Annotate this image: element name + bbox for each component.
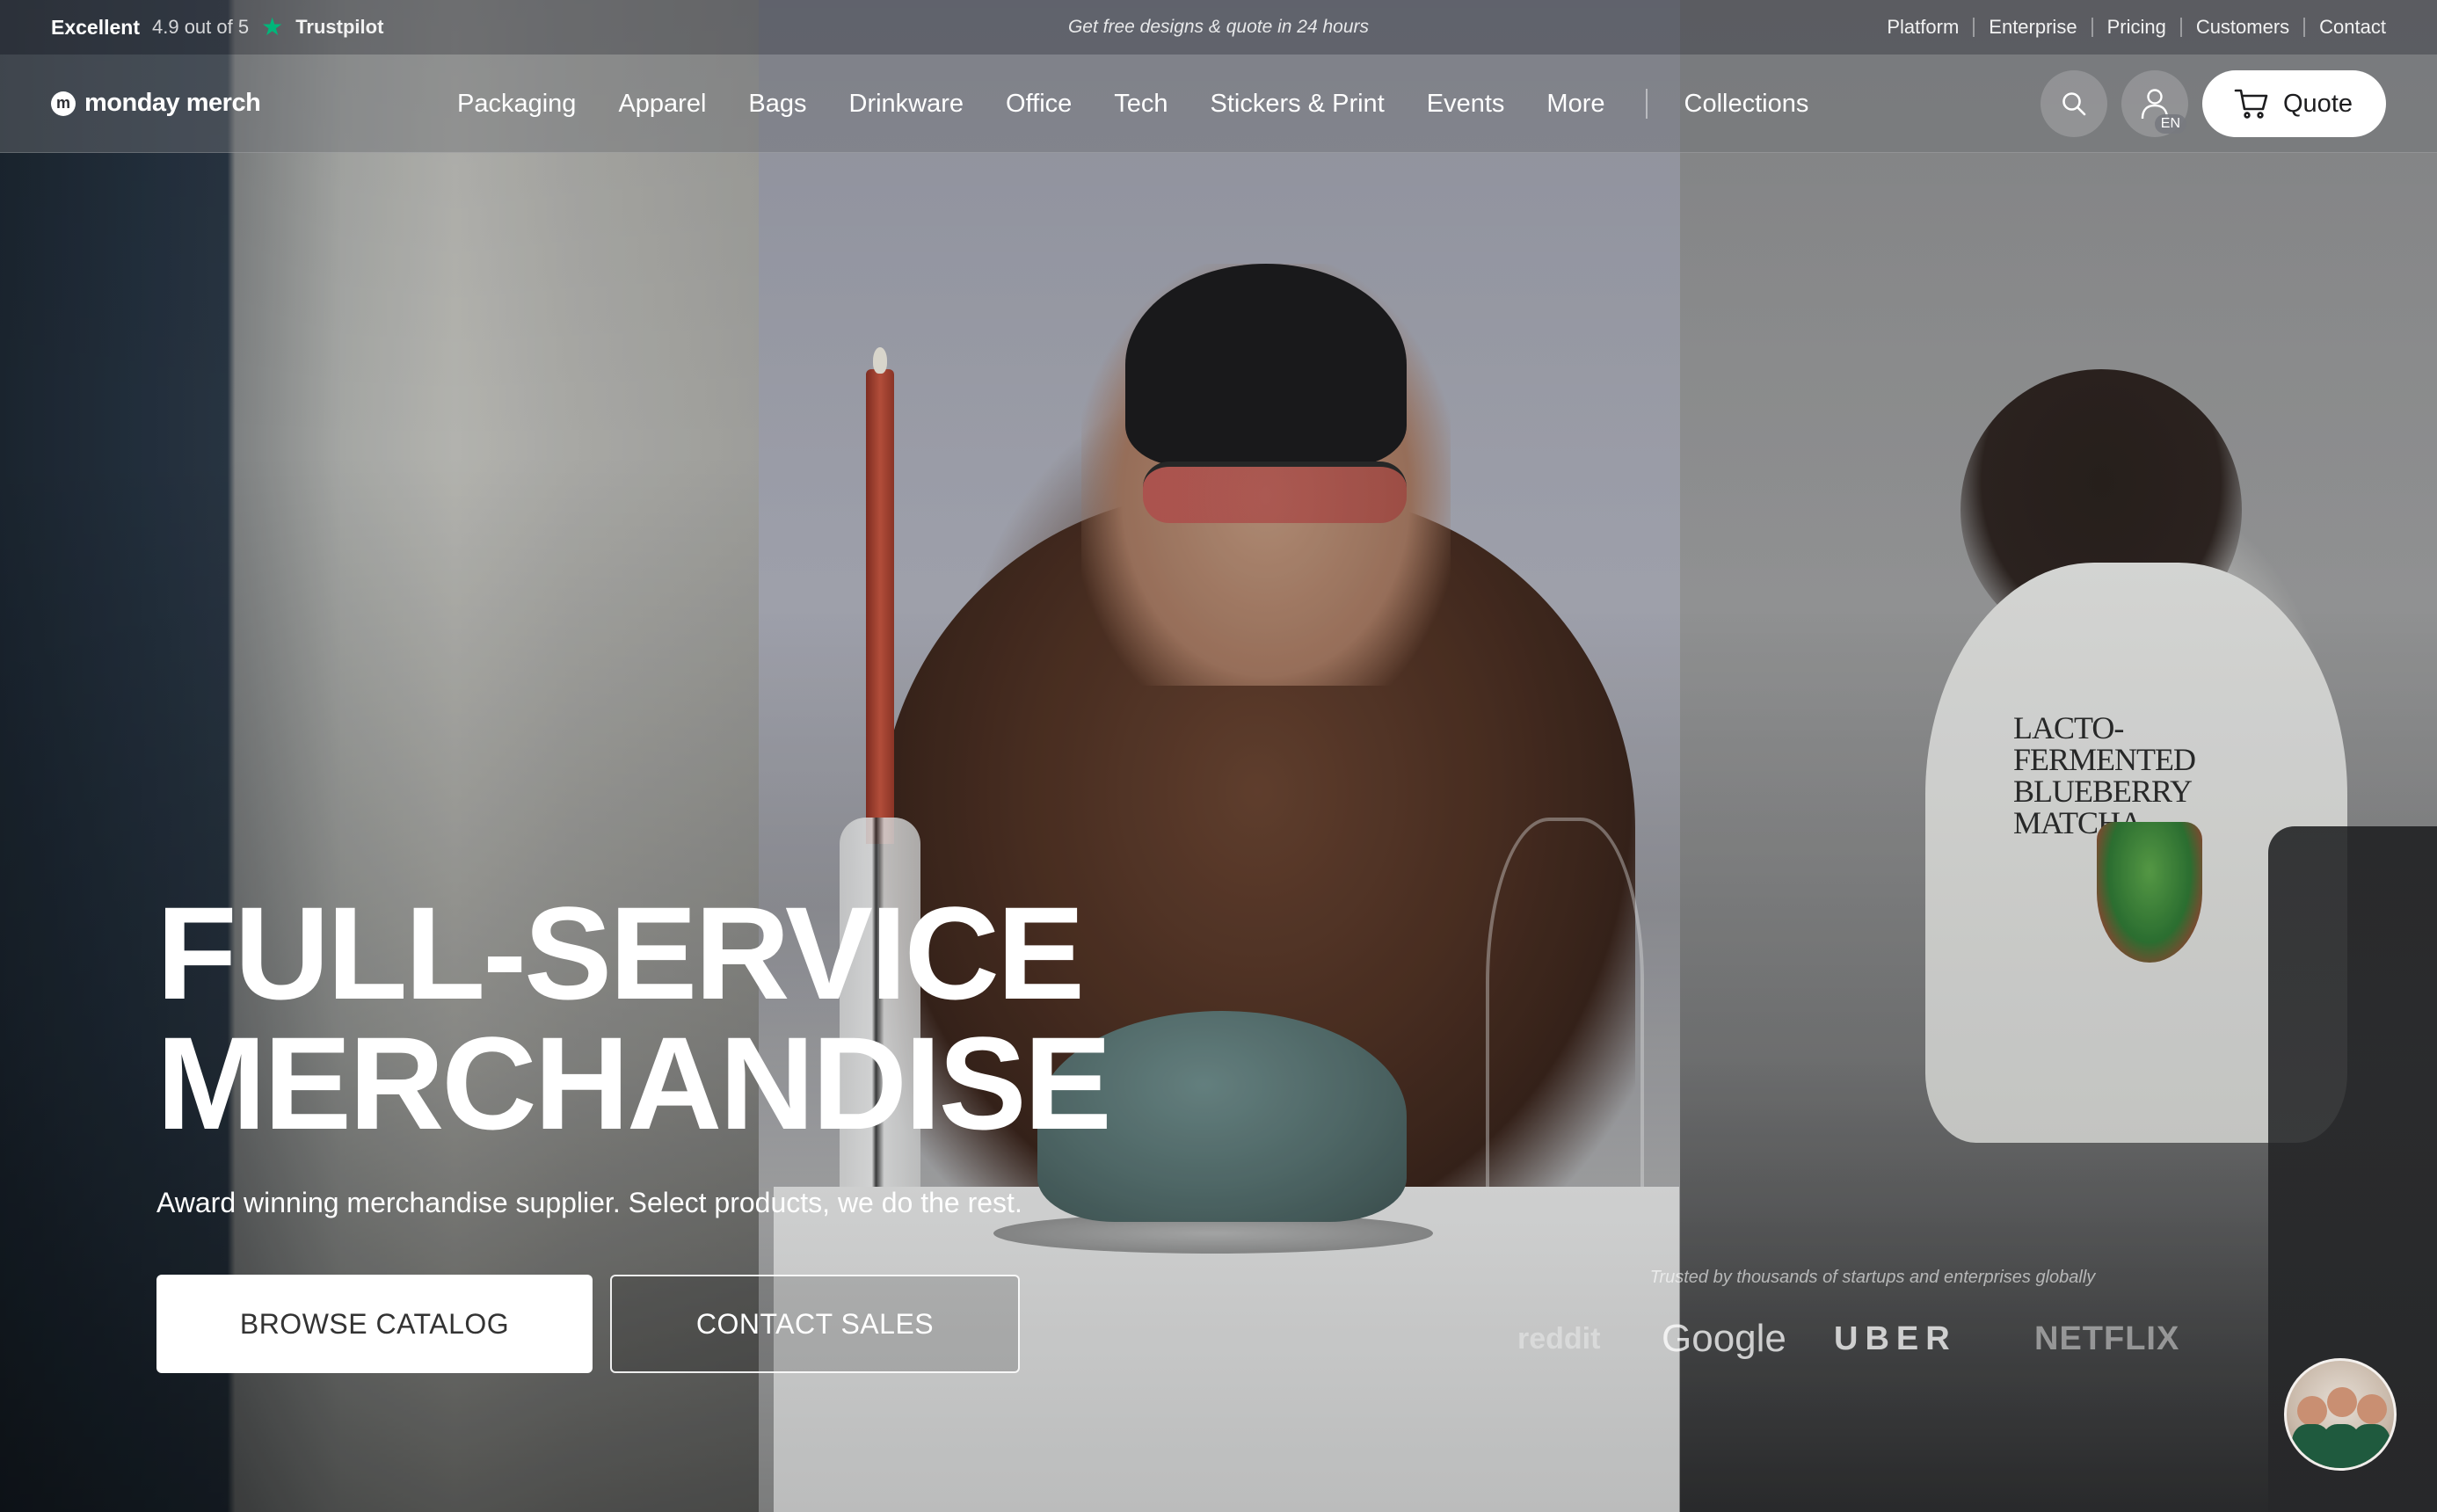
nav-item-apparel[interactable]: Apparel <box>618 90 706 119</box>
account-button[interactable]: EN <box>2121 70 2188 137</box>
nav-item-collections[interactable]: Collections <box>1684 90 1809 119</box>
logo[interactable]: m monday merch <box>51 89 261 118</box>
trustpilot-rating[interactable]: Excellent 4.9 out of 5 ★ Trustpilot <box>51 15 383 40</box>
language-badge[interactable]: EN <box>2154 114 2186 134</box>
link-customers[interactable]: Customers <box>2179 18 2303 37</box>
quote-button[interactable]: Quote <box>2202 70 2386 137</box>
nav-item-more[interactable]: More <box>1546 90 1604 119</box>
link-pricing[interactable]: Pricing <box>2091 18 2180 37</box>
search-button[interactable] <box>2041 70 2107 137</box>
uber-logo: UBER <box>1834 1319 1957 1357</box>
star-icon: ★ <box>261 13 284 40</box>
utility-links: Platform Enterprise Pricing Customers Co… <box>1873 18 2386 37</box>
nav-actions: EN Quote <box>2041 70 2386 137</box>
chat-support-avatar[interactable] <box>2284 1358 2397 1471</box>
logo-text: monday merch <box>84 89 261 117</box>
nav-divider <box>1645 89 1648 119</box>
reddit-logo: reddit <box>1517 1321 1601 1356</box>
rating-text: 4.9 out of 5 <box>152 16 250 38</box>
nav-item-bags[interactable]: Bags <box>748 90 806 119</box>
link-enterprise[interactable]: Enterprise <box>1973 18 2091 37</box>
hero-headline: FULL-SERVICE MERCHANDISE <box>156 879 1112 1157</box>
contact-sales-button[interactable]: CONTACT SALES <box>610 1275 1020 1373</box>
logo-mark-icon: m <box>51 91 76 116</box>
cart-icon <box>2234 89 2268 119</box>
google-logo: Google <box>1662 1317 1786 1360</box>
trustpilot-brand: Trustpilot <box>295 16 384 38</box>
quote-label: Quote <box>2283 89 2353 118</box>
client-logos: reddit Google UBER NETFLIX <box>1517 1317 2179 1361</box>
nav-item-drinkware[interactable]: Drinkware <box>849 90 964 119</box>
browse-catalog-button[interactable]: BROWSE CATALOG <box>156 1275 593 1373</box>
headline-line-2: MERCHANDISE <box>156 1009 1112 1157</box>
nav-item-tech[interactable]: Tech <box>1114 90 1168 119</box>
trusted-caption: Trusted by thousands of startups and ent… <box>1649 1268 2096 1287</box>
top-bar: Excellent 4.9 out of 5 ★ Trustpilot Get … <box>0 0 2437 55</box>
nav-item-events[interactable]: Events <box>1427 90 1505 119</box>
netflix-logo: NETFLIX <box>2034 1319 2180 1357</box>
headline-line-1: FULL-SERVICE <box>156 879 1085 1027</box>
category-menu: Packaging Apparel Bags Drinkware Office … <box>457 55 1808 153</box>
link-platform[interactable]: Platform <box>1873 18 1973 37</box>
nav-item-office[interactable]: Office <box>1006 90 1072 119</box>
search-icon <box>2062 92 2086 116</box>
rating-word: Excellent <box>51 15 140 39</box>
nav-item-packaging[interactable]: Packaging <box>457 90 576 119</box>
hero-subheading: Award winning merchandise supplier. Sele… <box>156 1187 1022 1218</box>
link-contact[interactable]: Contact <box>2303 18 2386 37</box>
nav-item-stickers-print[interactable]: Stickers & Print <box>1211 90 1385 119</box>
main-nav: m monday merch Packaging Apparel Bags Dr… <box>0 55 2437 153</box>
